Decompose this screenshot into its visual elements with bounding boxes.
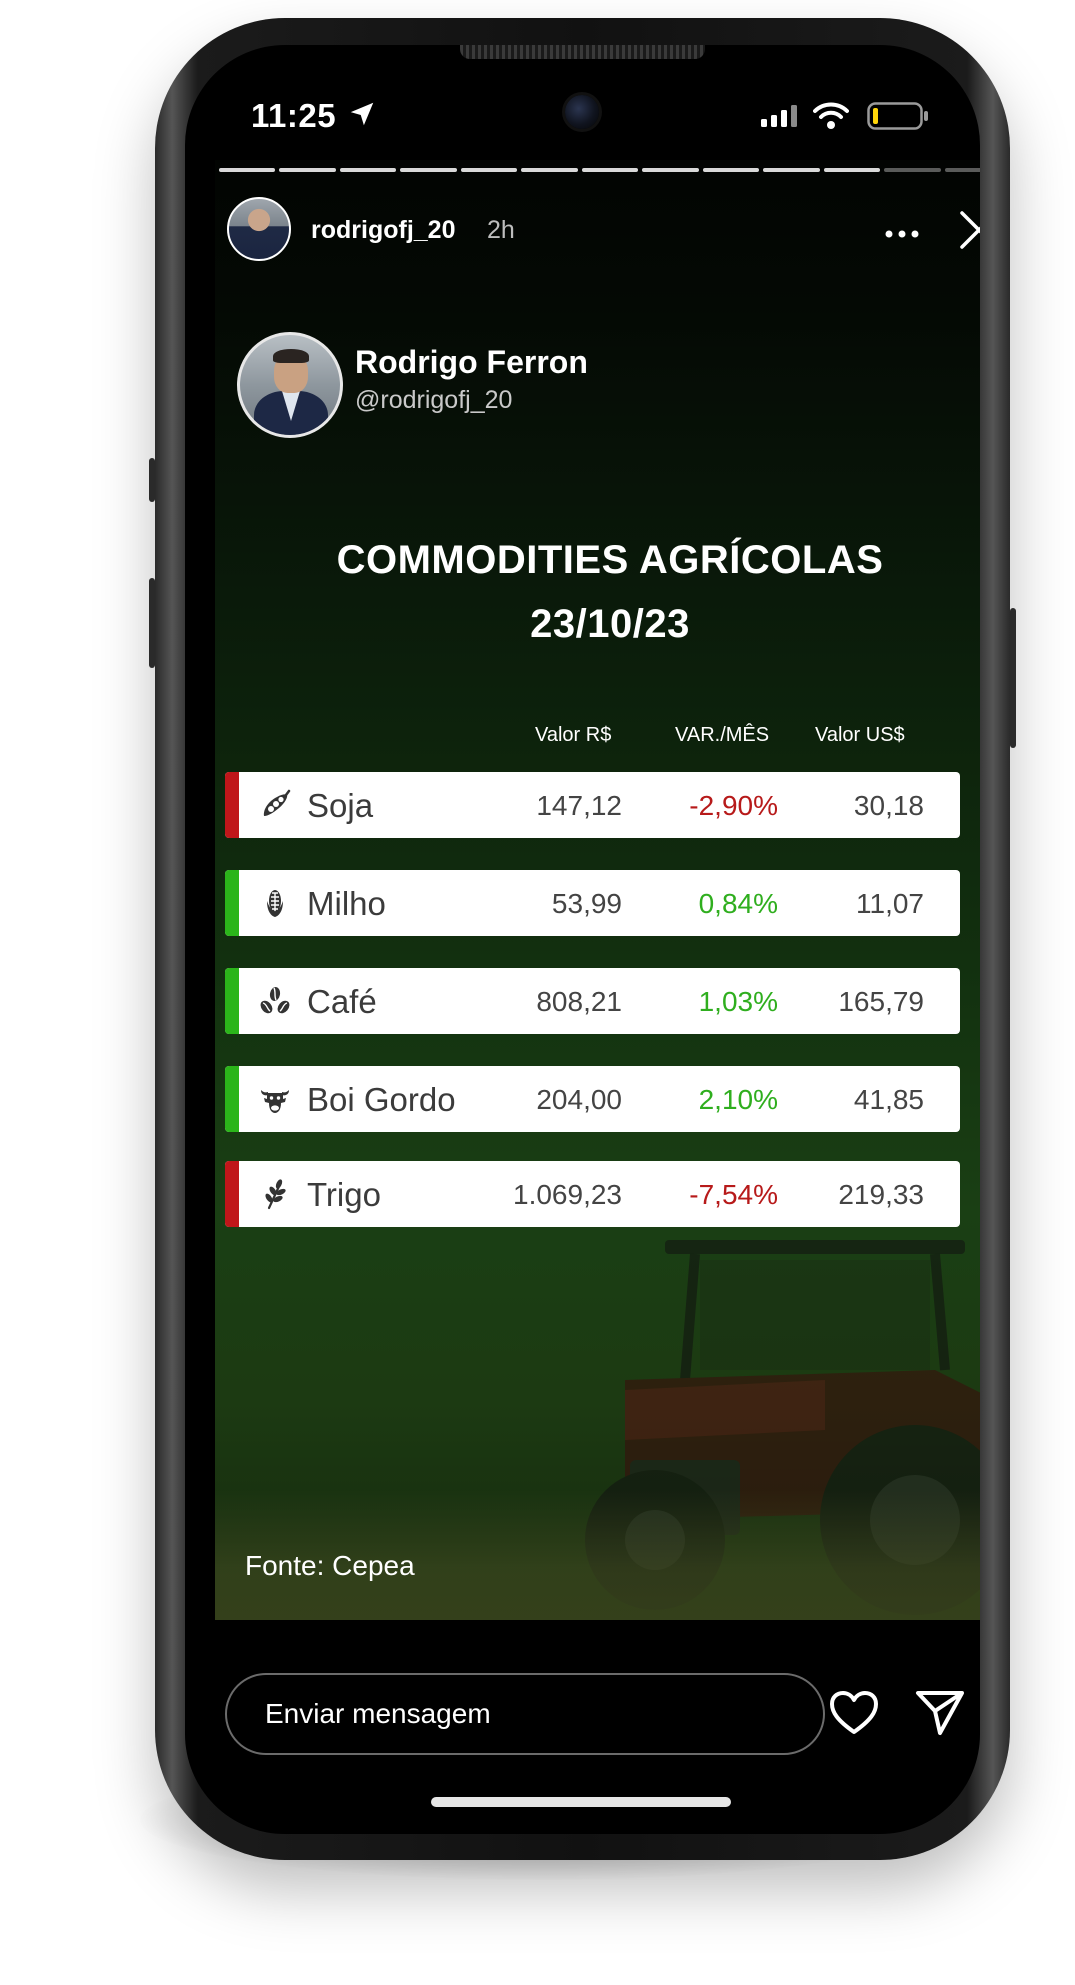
value-usd: 219,33 (838, 1179, 924, 1210)
phone-screen: 11:25 rodrigofj_20 2h Rodrigo Ferron @ro… (185, 45, 980, 1834)
corn-icon (267, 890, 283, 917)
value-brl: 808,21 (536, 986, 622, 1017)
story-progress-segment (339, 168, 397, 172)
story-progress-segment (884, 168, 941, 172)
story-content[interactable]: rodrigofj_20 2h Rodrigo Ferron @rodrigof… (215, 160, 980, 1620)
commodity-row-milho: Milho 53,99 0,84% 11,07 (225, 870, 960, 936)
story-timestamp: 2h (487, 216, 515, 244)
monthly-variation: -7,54% (689, 1179, 778, 1210)
column-header-variation: VAR./MÊS (675, 724, 770, 746)
monthly-variation: 1,03% (698, 986, 778, 1017)
monthly-variation: 2,10% (698, 1084, 778, 1115)
story-progress-bar (219, 168, 980, 172)
story-progress-segment (763, 168, 820, 172)
story-progress-segment (944, 168, 980, 172)
battery-icon (867, 102, 928, 130)
monthly-variation: 0,84% (698, 888, 778, 919)
story-progress-segment (702, 168, 760, 172)
wheat-icon (265, 1179, 286, 1210)
commodity-name: Milho (307, 885, 386, 922)
story-progress-segment (400, 168, 457, 172)
phone-frame: 11:25 rodrigofj_20 2h Rodrigo Ferron @ro… (149, 18, 1016, 1860)
send-direct-icon[interactable] (915, 1689, 965, 1737)
story-progress-segment (521, 168, 578, 172)
value-usd: 41,85 (853, 1084, 924, 1115)
close-icon[interactable] (959, 210, 980, 250)
commodity-row-trigo: Trigo 1.069,23 -7,54% 219,33 (225, 1161, 960, 1227)
story-progress-segment (581, 168, 639, 172)
location-arrow-icon (350, 102, 374, 126)
value-usd: 30,18 (853, 790, 924, 821)
cattle-icon (261, 1090, 289, 1113)
commodity-row-soja: Soja 147,12 -2,90% 30,18 (225, 772, 960, 838)
title-heading: COMMODITIES AGRÍCOLAS (336, 538, 884, 582)
profile-avatar (237, 332, 343, 438)
monthly-variation: -2,90% (689, 790, 778, 821)
story-progress-segment (219, 168, 276, 172)
story-progress-segment (460, 168, 518, 172)
trend-indicator (225, 1066, 239, 1132)
trend-indicator (225, 1161, 239, 1227)
commodity-name: Café (307, 983, 377, 1020)
home-indicator[interactable] (431, 1797, 731, 1807)
volume-up-button (149, 578, 155, 668)
story-progress-segment (279, 168, 336, 172)
column-header-usd: Valor US$ (815, 724, 905, 746)
value-brl: 147,12 (536, 790, 622, 821)
story-author-avatar[interactable] (227, 197, 291, 261)
commodity-name: Trigo (307, 1176, 381, 1213)
value-brl: 53,99 (551, 888, 622, 919)
data-source: Fonte: Cepea (245, 1550, 415, 1581)
page-title: COMMODITIES AGRÍCOLAS 23/10/23 (215, 528, 980, 656)
trend-indicator (225, 870, 239, 936)
commodity-row-boi-gordo: Boi Gordo 204,00 2,10% 41,85 (225, 1066, 960, 1132)
title-date: 23/10/23 (530, 602, 690, 646)
story-username[interactable]: rodrigofj_20 (311, 216, 455, 245)
speaker-grille (460, 45, 705, 59)
value-usd: 165,79 (838, 986, 924, 1017)
column-header-brl: Valor R$ (535, 724, 612, 746)
value-brl: 1.069,23 (513, 1179, 622, 1210)
story-progress-segment (823, 168, 881, 172)
trend-indicator (225, 968, 239, 1034)
front-camera (565, 95, 599, 129)
commodity-name: Soja (307, 787, 374, 824)
side-button (1010, 608, 1016, 748)
wifi-icon (813, 102, 849, 129)
profile-name: Rodrigo Ferron (355, 344, 588, 380)
commodity-name: Boi Gordo (307, 1081, 456, 1118)
value-brl: 204,00 (536, 1084, 622, 1115)
coffee-icon (260, 987, 290, 1014)
profile-handle: @rodrigofj_20 (355, 386, 513, 414)
send-message-input[interactable]: Enviar mensagem (225, 1673, 825, 1755)
value-usd: 11,07 (856, 888, 924, 919)
cellular-signal-icon (761, 105, 797, 127)
soy-icon (263, 789, 291, 816)
more-options-icon[interactable] (885, 230, 919, 238)
commodity-row-cafe: Café 808,21 1,03% 165,79 (225, 968, 960, 1034)
mute-switch (149, 458, 155, 502)
status-time: 11:25 (251, 97, 337, 134)
like-heart-icon[interactable] (829, 1690, 879, 1736)
story-progress-segment (642, 168, 699, 172)
trend-indicator (225, 772, 239, 838)
